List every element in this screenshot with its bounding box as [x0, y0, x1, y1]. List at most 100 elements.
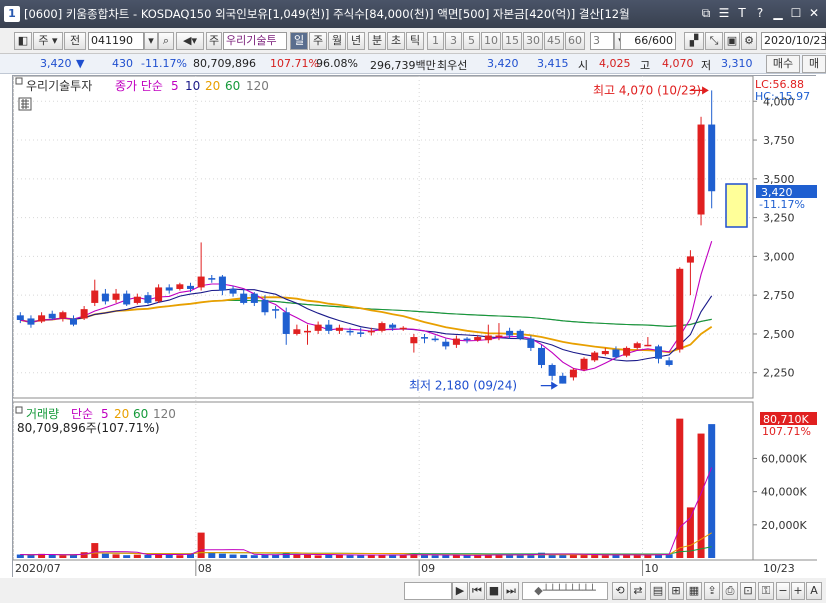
candle-body [250, 293, 258, 303]
draw-tool-icon[interactable]: ⤡ [705, 32, 723, 50]
market-select-label: 주 [38, 34, 49, 47]
period-year[interactable]: 년 [347, 32, 365, 50]
interval-3[interactable]: 3 [445, 32, 462, 50]
compare-icon[interactable]: ⇄ [630, 582, 646, 600]
sound-icon[interactable]: ◀▾ [176, 32, 204, 50]
restore-layout-icon[interactable]: ⧉ [698, 5, 714, 21]
maximize-icon[interactable]: ☐ [788, 5, 804, 21]
help-icon[interactable]: ? [752, 5, 768, 21]
buy-button[interactable]: 매수 [766, 55, 800, 73]
volume-bar [431, 555, 439, 558]
volume-bar [27, 555, 35, 558]
market-select[interactable]: 주 ▾ [33, 32, 63, 50]
interval-30[interactable]: 30 [523, 32, 543, 50]
candle-body [623, 347, 631, 356]
stock-code-input[interactable]: 041190 [88, 32, 144, 50]
interval-10[interactable]: 10 [481, 32, 501, 50]
candle-body [59, 312, 67, 319]
zoom-reset-icon[interactable]: ⟲ [612, 582, 628, 600]
interval-60[interactable]: 60 [565, 32, 585, 50]
volume-bar [346, 555, 354, 558]
scroll-right-icon[interactable]: ▶ [452, 582, 468, 600]
volume-bar [676, 418, 684, 558]
zoom-in-icon[interactable]: + [791, 582, 805, 600]
bottom-bar: ▶ ⏮ ■ ⏭ ◆┴┴┴┴┴┴┴┴ ⟲ ⇄ ▤ ⊞ ▦ ⇪ ⎙ ⊡ ⚿ − + … [0, 578, 826, 603]
volume-bar [442, 555, 450, 558]
x-tick-label: 10/23 [763, 562, 795, 575]
scroll-stop-icon[interactable]: ■ [486, 582, 502, 600]
high-annotation: 최고 4,070 (10/23) [593, 83, 701, 97]
scroll-track[interactable] [404, 582, 452, 600]
volume-ma-label: 단순 [71, 407, 93, 421]
split-icon[interactable]: ⊞ [668, 582, 684, 600]
candle-body [112, 293, 120, 300]
period-minute[interactable]: 분 [368, 32, 386, 50]
print-icon[interactable]: ⎙ [722, 582, 738, 600]
candle-body [346, 330, 354, 333]
period-tick[interactable]: 틱 [406, 32, 424, 50]
interval-1[interactable]: 1 [427, 32, 444, 50]
save-icon[interactable]: ▣ [724, 32, 740, 50]
volume-bar [420, 554, 429, 558]
text-icon[interactable]: T [734, 5, 750, 21]
interval-45[interactable]: 45 [544, 32, 564, 50]
export-icon[interactable]: ⇪ [704, 582, 720, 600]
candle-body [123, 293, 131, 305]
scroll-first-icon[interactable]: ⏮ [469, 582, 485, 600]
candle-body [144, 295, 152, 303]
volume-bar [123, 555, 131, 558]
period-month[interactable]: 월 [328, 32, 346, 50]
ask-price: 3,415 [537, 57, 569, 70]
view-icon[interactable]: ▦ [686, 582, 702, 600]
settings-icon[interactable]: ⚙ [741, 32, 757, 50]
close-icon[interactable]: ✕ [806, 5, 822, 21]
candle-body [91, 290, 99, 303]
volume-bar [176, 555, 184, 558]
period-week[interactable]: 주 [309, 32, 327, 50]
zoom-slider[interactable]: ◆┴┴┴┴┴┴┴┴ [522, 582, 608, 600]
capture-icon[interactable]: ⊡ [740, 582, 756, 600]
y-tick-label: 2,250 [763, 367, 795, 380]
code-dropdown-icon[interactable]: ▾ [144, 32, 158, 50]
chart-toolbar: ◧ 주 ▾ 전 041190 ▾ ⌕ ◀▾ 주 우리기술투 일 주 월 년 분 … [0, 28, 826, 54]
volume-bar [272, 555, 280, 558]
candle-body [229, 288, 237, 294]
chart-svg[interactable]: 4,0003,7503,5003,2503,0002,7502,5002,250… [12, 75, 817, 578]
trade-amount: 296,739백만 [370, 59, 436, 72]
sell-button[interactable]: 매 [802, 55, 826, 73]
chart-menu-icon[interactable]: ◧ [14, 32, 32, 50]
interval-5[interactable]: 5 [463, 32, 480, 50]
interval-15[interactable]: 15 [502, 32, 522, 50]
candle-body [208, 278, 216, 280]
candle-body [463, 338, 471, 341]
candle-body [16, 315, 24, 320]
all-button[interactable]: 전 [64, 32, 86, 50]
candle-body [474, 337, 482, 341]
title-bar: 1 [0600] 키움종합차트 - KOSDAQ150 외국인보유[1,049(… [0, 0, 826, 28]
search-icon[interactable]: ⌕ [158, 32, 174, 50]
candle-body [420, 337, 429, 339]
interval-input[interactable]: 3 [590, 32, 614, 50]
candle-body [272, 309, 280, 311]
chart-area[interactable]: 4,000 3,750 3,500 3,250 3,000 2,750 2,500 2,250… [12, 75, 817, 578]
period-day[interactable]: 일 [290, 32, 308, 50]
data-count-input[interactable]: 66/600 [620, 32, 676, 50]
minimize-icon[interactable]: ▁ [770, 5, 786, 21]
indicator-icon[interactable]: ▞ [684, 32, 704, 50]
candle-body [293, 329, 301, 334]
price-ma-120: 120 [246, 79, 269, 93]
period-second[interactable]: 초 [387, 32, 405, 50]
list-icon[interactable]: ☰ [716, 5, 732, 21]
candle-body [559, 375, 567, 384]
layout-icon[interactable]: ▤ [650, 582, 666, 600]
lock-icon[interactable]: ⚿ [758, 582, 774, 600]
text-size-icon[interactable]: A [806, 582, 822, 600]
stock-name-field[interactable]: 우리기술투 [223, 32, 287, 50]
zoom-out-icon[interactable]: − [776, 582, 790, 600]
candle-body [601, 351, 609, 355]
date-input[interactable]: 2020/10/23 [761, 32, 826, 50]
scroll-last-icon[interactable]: ⏭ [503, 582, 519, 600]
favorite-button[interactable]: 주 [206, 32, 222, 50]
candle-body [431, 338, 439, 341]
low-label: 저 [701, 59, 712, 72]
